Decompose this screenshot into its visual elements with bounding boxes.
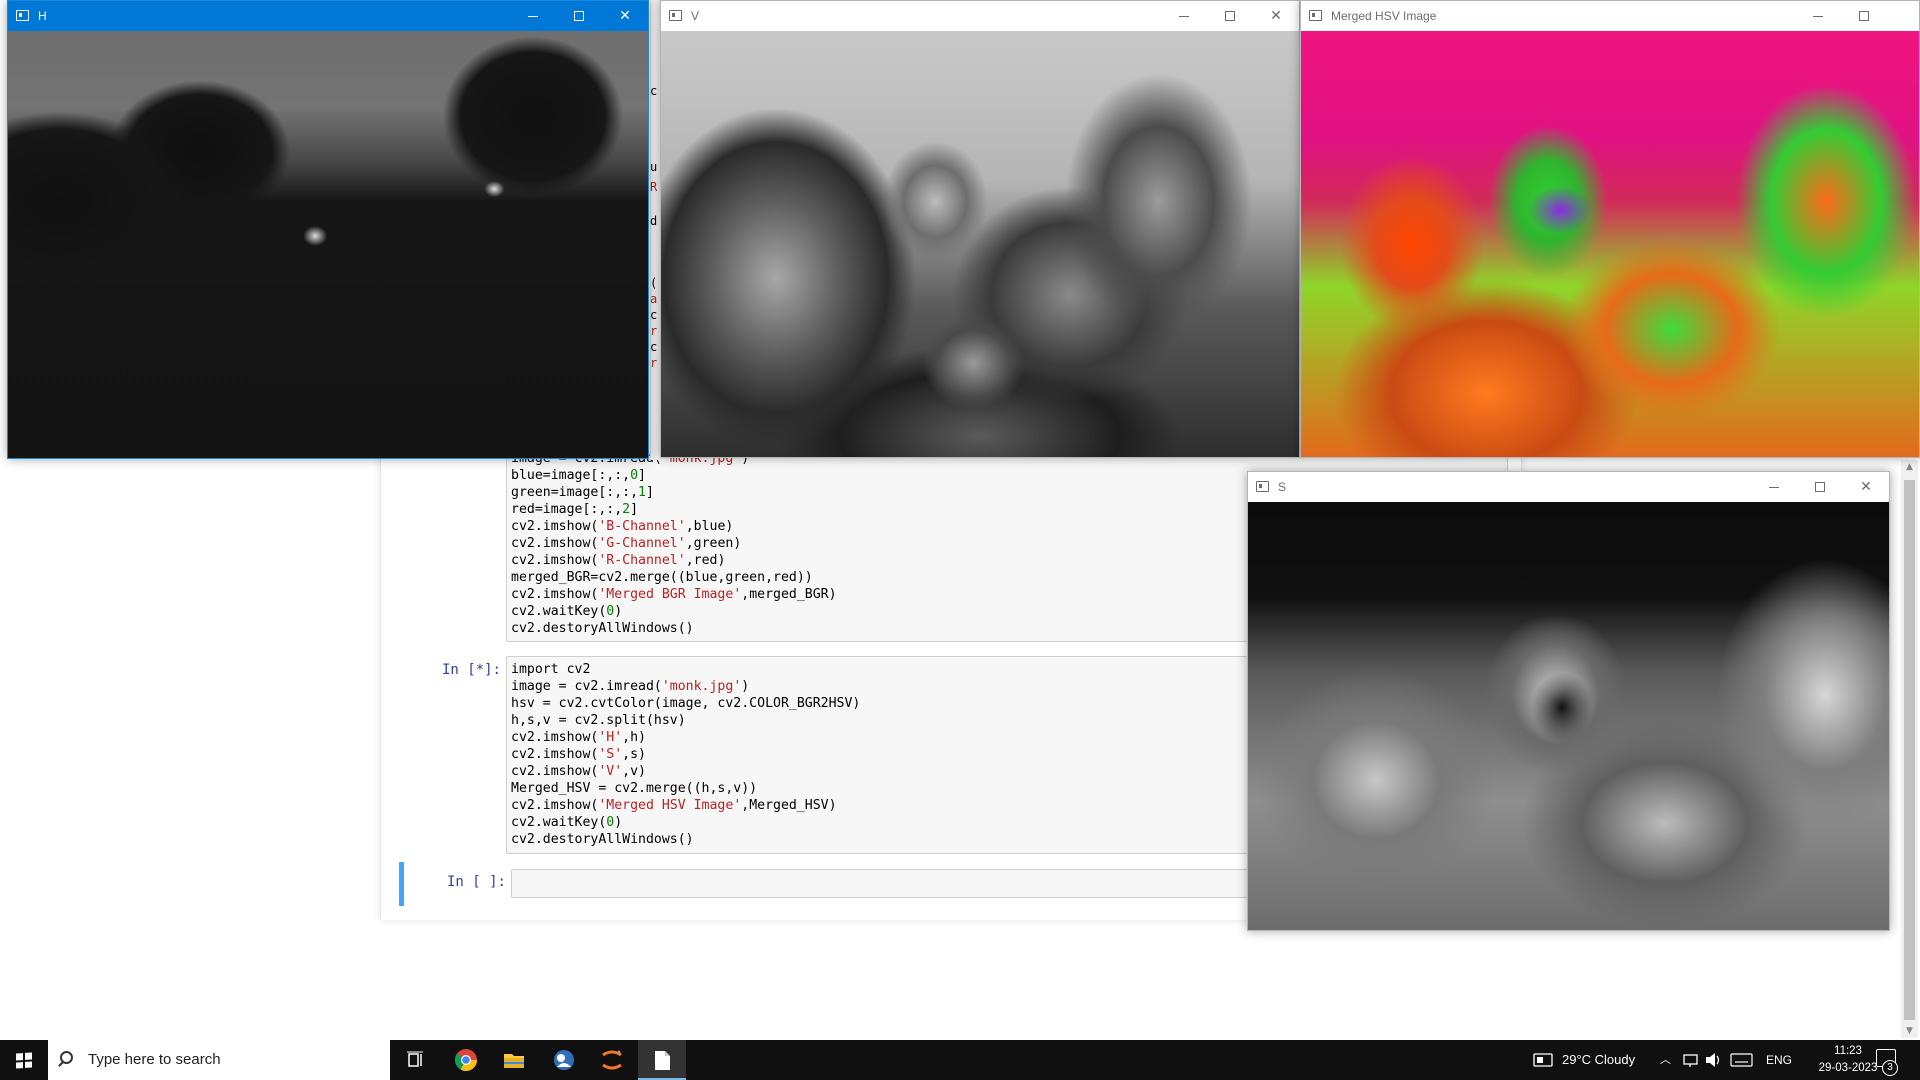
taskbar-file-explorer[interactable] [490, 1040, 538, 1080]
code-fragment: r [650, 356, 658, 370]
title-bar[interactable]: S ✕ [1248, 472, 1889, 502]
window-app-icon [669, 10, 682, 21]
clock-date: 29-03-2023 [1818, 1062, 1878, 1074]
string-literal: 'S' [598, 747, 623, 762]
code-fragment: c [650, 340, 658, 354]
v-channel-image [661, 31, 1299, 457]
task-view-button[interactable] [392, 1040, 440, 1080]
language-indicator[interactable]: ENG [1766, 1040, 1792, 1080]
taskbar: Type here to search 29°C Cloudy ︿ ENG 11… [0, 1040, 1920, 1080]
merged-hsv-image [1301, 31, 1919, 457]
window-merged-hsv[interactable]: Merged HSV Image [1300, 0, 1920, 458]
maximize-button[interactable] [1797, 472, 1843, 502]
taskbar-app[interactable] [540, 1040, 588, 1080]
window-app-icon [16, 10, 29, 21]
string-literal: 'monk.jpg' [661, 679, 742, 694]
maximize-button[interactable] [1841, 1, 1887, 31]
vertical-scrollbar[interactable]: ▲ ▼ [1901, 460, 1918, 1038]
title-bar[interactable]: V ✕ [661, 1, 1299, 31]
taskbar-notepad[interactable] [638, 1040, 686, 1080]
weather-icon [1533, 1053, 1553, 1067]
string-literal: 'R-Channel' [598, 553, 686, 568]
number-literal: 1 [638, 485, 646, 500]
start-button[interactable] [0, 1040, 48, 1080]
window-title: S [1278, 480, 1287, 494]
code-fragment: a [650, 292, 658, 306]
close-button[interactable]: ✕ [1253, 1, 1299, 31]
window-title: H [38, 9, 47, 23]
window-title: Merged HSV Image [1331, 9, 1437, 23]
window-app-icon [1256, 481, 1269, 492]
folder-icon [504, 1054, 524, 1068]
desktop: image = cv2.imread('monk.jpg') blue=image… [0, 0, 1920, 1080]
maximize-icon [1815, 482, 1825, 492]
number-literal: 2 [622, 502, 631, 517]
keyboard-icon[interactable] [1730, 1040, 1754, 1080]
windows-logo-icon [16, 1052, 32, 1069]
string-literal: 'V' [598, 764, 623, 779]
taskbar-jupyter[interactable] [588, 1040, 636, 1080]
code-fragment: R [650, 180, 658, 194]
volume-icon[interactable] [1704, 1040, 1722, 1080]
close-button[interactable]: ✕ [602, 1, 648, 31]
minimize-icon [1179, 15, 1189, 17]
search-icon [60, 1051, 73, 1064]
title-bar[interactable]: Merged HSV Image [1301, 1, 1919, 31]
string-literal: 'Merged HSV Image' [598, 798, 742, 813]
minimize-icon [1813, 15, 1823, 17]
maximize-icon [1225, 11, 1235, 21]
minimize-icon [528, 15, 538, 17]
code-fragment: u [650, 160, 658, 174]
minimize-button[interactable] [1795, 1, 1841, 31]
search-placeholder: Type here to search [88, 1051, 221, 1068]
task-view-icon [407, 1051, 423, 1067]
scroll-thumb[interactable] [1904, 480, 1915, 1020]
chrome-icon [454, 1049, 477, 1071]
minimize-button[interactable] [1751, 472, 1797, 502]
number-literal: 0 [606, 604, 615, 619]
string-literal: 'H' [598, 730, 623, 745]
taskbar-clock[interactable]: 11:23 29-03-2023 [1810, 1043, 1886, 1077]
close-button[interactable]: ✕ [1843, 472, 1889, 502]
number-literal: 0 [630, 468, 639, 483]
minimize-button[interactable] [510, 1, 556, 31]
notification-count-badge: 3 [1882, 1060, 1898, 1076]
scroll-down-icon[interactable]: ▼ [1901, 1024, 1918, 1038]
jupyter-icon [602, 1050, 622, 1070]
code-fragment: c [650, 84, 658, 98]
chevron-up-icon[interactable]: ︿ [1660, 1040, 1671, 1080]
maximize-icon [1859, 11, 1869, 21]
notepad-icon [655, 1051, 670, 1070]
code-fragment: ( [650, 276, 658, 290]
window-v[interactable]: V ✕ [660, 0, 1300, 458]
network-icon[interactable] [1682, 1040, 1700, 1080]
string-literal: 'B-Channel' [598, 519, 686, 534]
h-channel-image [8, 31, 648, 458]
app-icon [554, 1050, 574, 1070]
clock-time: 11:23 [1834, 1045, 1862, 1057]
s-channel-image [1248, 502, 1889, 930]
string-literal: 'Merged BGR Image' [598, 587, 742, 602]
minimize-icon [1769, 486, 1779, 488]
cell-prompt: In [*]: [441, 662, 501, 678]
code-fragment: r [650, 324, 658, 338]
window-h[interactable]: H ✕ [7, 0, 649, 459]
window-app-icon [1309, 10, 1322, 21]
taskbar-chrome[interactable] [442, 1040, 490, 1080]
cell-prompt: In [ ]: [446, 874, 506, 890]
maximize-button[interactable] [1207, 1, 1253, 31]
taskbar-search-box[interactable]: Type here to search [48, 1040, 390, 1080]
weather-text[interactable]: 29°C Cloudy [1562, 1040, 1635, 1080]
title-bar[interactable]: H ✕ [8, 1, 648, 31]
window-title: V [691, 9, 700, 23]
maximize-button[interactable] [556, 1, 602, 31]
scroll-up-icon[interactable]: ▲ [1901, 460, 1918, 474]
window-s[interactable]: S ✕ [1247, 471, 1890, 931]
maximize-icon [574, 11, 584, 21]
code-fragment: d [650, 214, 658, 228]
number-literal: 0 [606, 815, 615, 830]
code-fragment: c [650, 308, 658, 322]
minimize-button[interactable] [1161, 1, 1207, 31]
string-literal: 'G-Channel' [598, 536, 686, 551]
